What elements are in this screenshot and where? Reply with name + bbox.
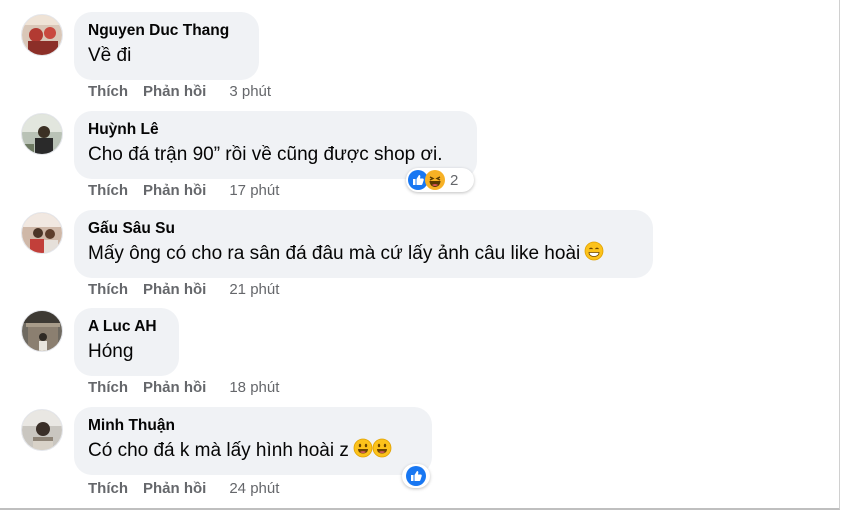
comment-author[interactable]: Gấu Sâu Su xyxy=(88,219,639,239)
reaction-summary[interactable] xyxy=(402,464,430,488)
comment-text: Có cho đá k mà lấy hình hoài z xyxy=(88,438,418,464)
comment-text-content: Mấy ông có cho ra sân đá đâu mà cứ lấy ả… xyxy=(88,243,581,264)
comment-author[interactable]: Nguyen Duc Thang xyxy=(88,21,245,41)
like-button[interactable]: Thích xyxy=(88,182,128,199)
like-button[interactable]: Thích xyxy=(88,480,128,497)
avatar[interactable] xyxy=(21,310,63,352)
comment-time[interactable]: 17 phút xyxy=(229,182,279,199)
avatar[interactable] xyxy=(21,212,63,254)
comment-time[interactable]: 21 phút xyxy=(229,281,279,298)
comment-time[interactable]: 18 phút xyxy=(229,379,279,396)
comment-author[interactable]: A Luc AH xyxy=(88,317,165,337)
like-button[interactable]: Thích xyxy=(88,281,128,298)
haha-icon xyxy=(425,170,445,190)
comments-panel: Nguyen Duc Thang Về đi Thích Phản hồi 3 ph… xyxy=(0,0,840,510)
reply-button[interactable]: Phản hồi xyxy=(143,379,206,396)
avatar[interactable] xyxy=(21,409,63,451)
comment-text: Cho đá trận 90” rồi về cũng được shop ơi… xyxy=(88,144,443,165)
smile-emoji-icon xyxy=(353,438,373,458)
reaction-count: 2 xyxy=(450,171,459,189)
comment-bubble: A Luc AH Hóng xyxy=(74,308,179,376)
like-icon xyxy=(406,466,426,486)
comment-author[interactable]: Huỳnh Lê xyxy=(88,120,463,140)
reply-button[interactable]: Phản hồi xyxy=(143,182,206,199)
comment-actions: Thích Phản hồi 21 phút xyxy=(88,280,279,300)
comment-author[interactable]: Minh Thuận xyxy=(88,416,418,436)
reply-button[interactable]: Phản hồi xyxy=(143,281,206,298)
comment-actions: Thích Phản hồi 24 phút xyxy=(88,479,279,499)
comment-text: Hóng xyxy=(88,341,134,362)
smile-emoji-icon xyxy=(372,438,392,458)
comment-time[interactable]: 3 phút xyxy=(229,83,271,100)
grin-emoji-icon xyxy=(584,241,604,261)
comment-actions: Thích Phản hồi 17 phút xyxy=(88,181,279,201)
like-button[interactable]: Thích xyxy=(88,83,128,100)
comment-text: Mấy ông có cho ra sân đá đâu mà cứ lấy ả… xyxy=(88,241,639,267)
reply-button[interactable]: Phản hồi xyxy=(143,83,206,100)
reaction-summary[interactable]: 2 xyxy=(406,168,474,192)
reply-button[interactable]: Phản hồi xyxy=(143,480,206,497)
comment-text-content: Có cho đá k mà lấy hình hoài z xyxy=(88,440,349,461)
comment-bubble: Gấu Sâu Su Mấy ông có cho ra sân đá đâu … xyxy=(74,210,653,278)
avatar[interactable] xyxy=(21,113,63,155)
avatar[interactable] xyxy=(21,14,63,56)
like-button[interactable]: Thích xyxy=(88,379,128,396)
comment-actions: Thích Phản hồi 3 phút xyxy=(88,82,271,102)
comment-actions: Thích Phản hồi 18 phút xyxy=(88,378,279,398)
comment-bubble: Nguyen Duc Thang Về đi xyxy=(74,12,259,80)
comment-bubble: Minh Thuận Có cho đá k mà lấy hình hoài … xyxy=(74,407,432,475)
comment-time[interactable]: 24 phút xyxy=(229,480,279,497)
comment-text: Về đi xyxy=(88,45,132,66)
